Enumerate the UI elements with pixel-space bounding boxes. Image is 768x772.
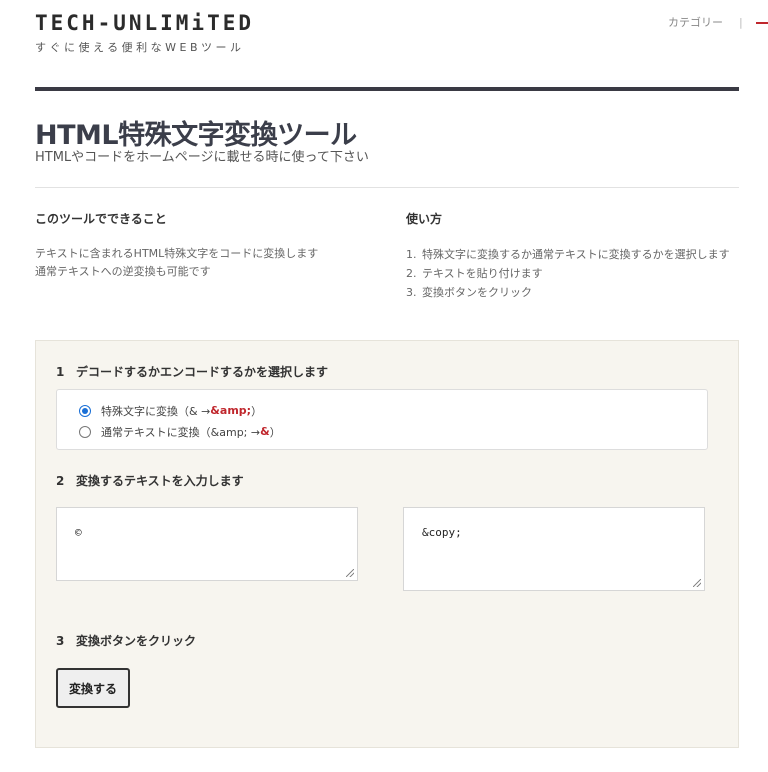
about-text: テキストに含まれるHTML特殊文字をコードに変換します 通常テキストへの逆変換も… <box>35 245 318 281</box>
resize-grip-icon[interactable] <box>346 569 354 577</box>
step3-number: 3 <box>56 634 65 648</box>
title-divider <box>35 187 739 188</box>
mode-radio-group: 特殊文字に変換（& → &amp;） 通常テキストに変換（&amp; → &） <box>56 389 708 450</box>
radio-label-suffix: ） <box>251 404 263 418</box>
howto-steps: 1. 特殊文字に変換するか通常テキストに変換するかを選択します 2. テキストを貼り… <box>406 245 738 302</box>
resize-grip-icon[interactable] <box>693 579 701 587</box>
radio-button[interactable] <box>79 425 91 438</box>
nav-accent-mark <box>756 22 768 36</box>
step2-heading: 2 変換するテキストを入力します <box>56 472 244 489</box>
step-text: 変換ボタンをクリック <box>422 286 532 299</box>
output-textarea[interactable]: &copy; <box>403 507 705 591</box>
logo-title[interactable]: TECH-UNLIMiTED <box>35 11 254 35</box>
radio-label-highlight: & <box>260 425 270 438</box>
nav-separator: | <box>739 15 743 29</box>
step2-number: 2 <box>56 474 65 488</box>
radio-option-decode[interactable]: 通常テキストに変換（&amp; → &） <box>79 421 707 442</box>
step-number: 2. <box>406 267 417 280</box>
howto-step: 3. 変換ボタンをクリック <box>406 283 738 302</box>
howto-step: 2. テキストを貼り付けます <box>406 264 738 283</box>
step1-label: デコードするかエンコードするかを選択します <box>76 365 329 379</box>
logo-tagline: すぐに使える便利なWEBツール <box>35 41 245 54</box>
step1-heading: 1 デコードするかエンコードするかを選択します <box>56 363 328 380</box>
input-text: © <box>75 526 82 539</box>
howto-step: 1. 特殊文字に変換するか通常テキストに変換するかを選択します <box>406 245 738 264</box>
step-number: 1. <box>406 248 417 261</box>
radio-label-prefix: 通常テキストに変換（&amp; → <box>101 425 261 439</box>
howto-heading: 使い方 <box>406 212 443 226</box>
output-text: &copy; <box>422 526 462 539</box>
step1-number: 1 <box>56 365 65 379</box>
step2-label: 変換するテキストを入力します <box>76 474 244 488</box>
step-text: 特殊文字に変換するか通常テキストに変換するかを選択します <box>422 248 730 261</box>
radio-label-highlight: &amp; <box>210 404 252 417</box>
about-line: テキストに含まれるHTML特殊文字をコードに変換します <box>35 247 319 260</box>
convert-button[interactable]: 変換する <box>56 668 130 708</box>
nav-categories-link[interactable]: カテゴリー <box>668 14 723 30</box>
radio-label-suffix: ） <box>269 425 281 439</box>
step-text: テキストを貼り付けます <box>422 267 543 280</box>
site-logo[interactable]: TECH-UNLIMiTED すぐに使える便利なWEBツール <box>35 11 254 55</box>
step-number: 3. <box>406 286 417 299</box>
about-heading: このツールでできること <box>35 212 167 226</box>
input-textarea[interactable]: © <box>56 507 358 581</box>
step3-heading: 3 変換ボタンをクリック <box>56 632 196 649</box>
radio-label-prefix: 特殊文字に変換（& → <box>101 404 211 418</box>
about-line: 通常テキストへの逆変換も可能です <box>35 265 211 278</box>
step3-label: 変換ボタンをクリック <box>76 634 197 648</box>
tool-panel: 1 デコードするかエンコードするかを選択します 特殊文字に変換（& → &amp;… <box>35 340 739 748</box>
page-subtitle: HTMLやコードをホームページに載せる時に使って下さい <box>35 150 369 165</box>
radio-option-encode[interactable]: 特殊文字に変換（& → &amp;） <box>79 400 707 421</box>
top-nav: カテゴリー | <box>668 14 743 30</box>
radio-button-selected[interactable] <box>79 404 91 417</box>
header-divider <box>35 87 739 91</box>
